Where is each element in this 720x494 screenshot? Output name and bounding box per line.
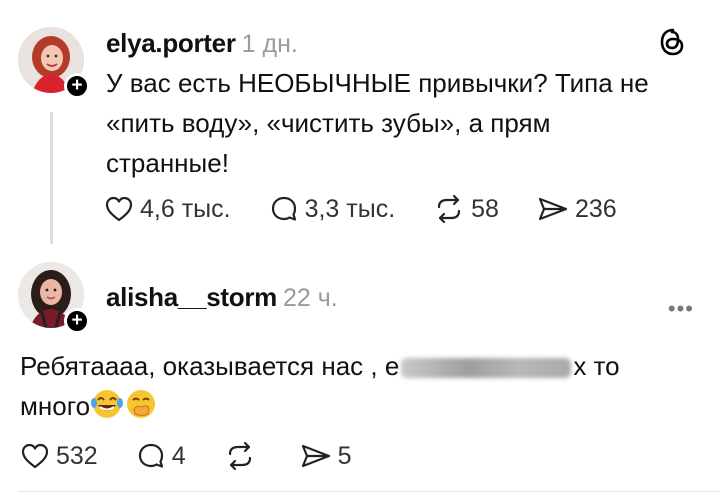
- post-text-part: х то: [573, 351, 620, 381]
- timestamp: 22 ч.: [282, 284, 338, 312]
- post-text-line: Ребятаааа, оказывается нас , е х то: [20, 346, 700, 386]
- post-text-line: много: [20, 386, 700, 426]
- speech-bubble-icon: [138, 443, 163, 468]
- share-button[interactable]: 5: [300, 442, 352, 471]
- divider: [18, 491, 720, 492]
- share-count: 5: [337, 441, 352, 470]
- post-actions: 532 4 5: [20, 441, 390, 471]
- repost-button[interactable]: [224, 441, 262, 471]
- follow-plus-icon[interactable]: +: [64, 308, 90, 334]
- post-header: alisha__storm 22 ч.: [106, 282, 338, 313]
- paper-plane-icon: [301, 444, 330, 468]
- like-count: 532: [56, 441, 98, 470]
- more-dots-icon[interactable]: •••: [668, 296, 694, 322]
- like-button[interactable]: 532: [20, 442, 98, 471]
- post-text: Ребятаааа, оказывается нас , е х то много: [20, 346, 700, 426]
- heart-icon: [21, 443, 49, 469]
- face-with-hand-over-mouth-icon: [127, 390, 156, 418]
- laughing-tears-emoji-icon: [91, 390, 124, 418]
- post-text-part: много: [20, 391, 91, 421]
- repost-icon: [228, 441, 251, 471]
- post-text-part: Ребятаааа, оказывается нас , е: [20, 351, 400, 381]
- reply-button[interactable]: 4: [136, 441, 186, 471]
- reply-count: 4: [171, 441, 186, 470]
- post-2: + alisha__storm 22 ч. ••• Ребятаааа, ока…: [0, 0, 720, 494]
- blurred-text: [401, 358, 572, 379]
- avatar-alisha[interactable]: +: [18, 262, 90, 334]
- username[interactable]: alisha__storm: [106, 282, 277, 313]
